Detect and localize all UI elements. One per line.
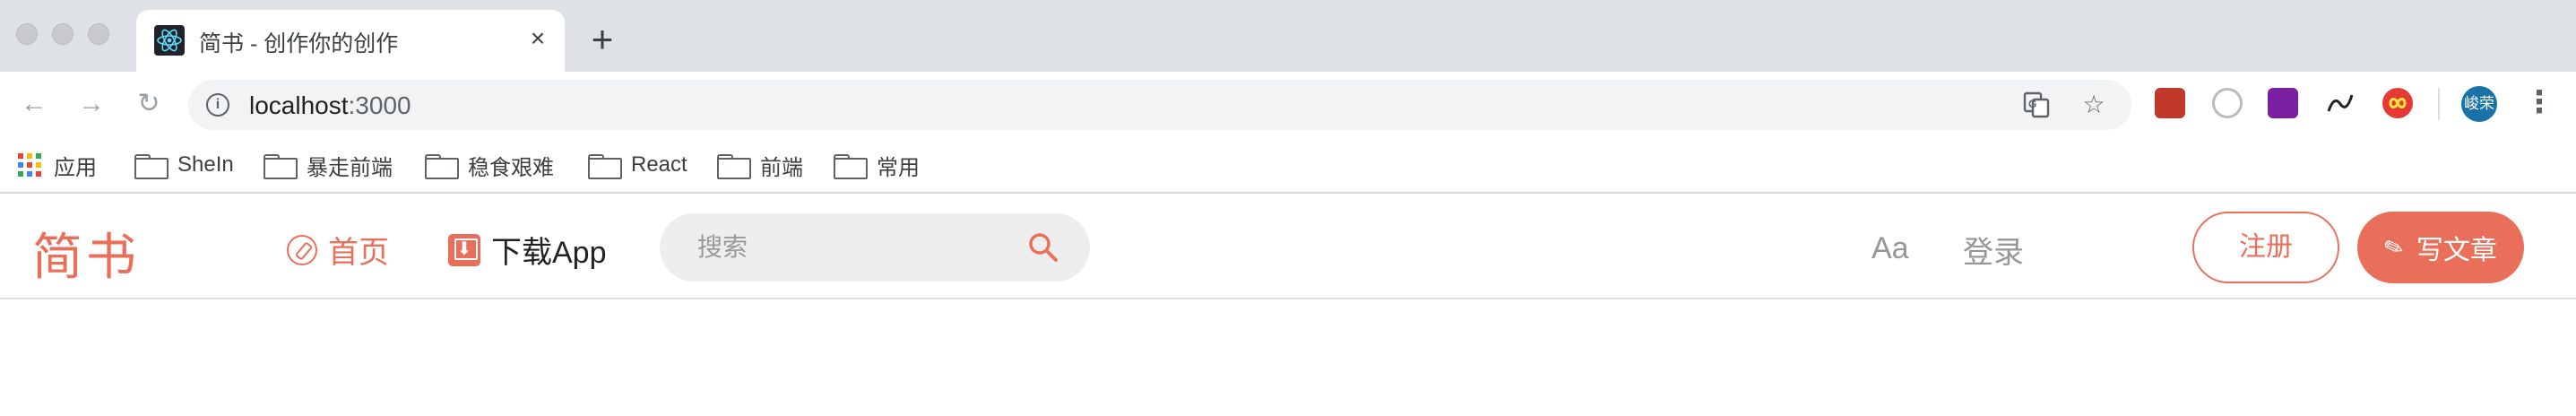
bookmark-apps[interactable]: 应用 xyxy=(18,149,97,181)
register-button[interactable]: 注册 xyxy=(2192,212,2339,283)
bookmark-baozou[interactable]: 暴走前端 xyxy=(264,149,393,181)
bookmark-label: 前端 xyxy=(760,155,803,180)
browser-menu-icon[interactable]: ⋮ xyxy=(2524,86,2554,122)
url-port: :3000 xyxy=(348,91,411,119)
new-tab-button[interactable]: + xyxy=(583,21,622,61)
bookmark-common[interactable]: 常用 xyxy=(834,149,920,181)
bookmark-wenshi[interactable]: 稳食艰难 xyxy=(425,149,554,181)
reload-icon[interactable]: ↻ xyxy=(131,86,167,122)
url-text[interactable]: localhost:3000 xyxy=(249,91,411,120)
write-article-button[interactable]: ✎ 写文章 xyxy=(2357,212,2524,283)
bookmark-label: 稳食艰难 xyxy=(468,155,554,180)
site-header: 简书 首页 下载App Aa 登录 注册 ✎ 写文章 xyxy=(0,195,2576,299)
compass-icon xyxy=(287,234,317,265)
extension-rp-icon[interactable] xyxy=(2268,88,2298,118)
folder-icon xyxy=(834,154,868,179)
bookmark-shein[interactable]: SheIn xyxy=(134,149,234,181)
write-label: 写文章 xyxy=(2416,236,2497,265)
nav-home-label: 首页 xyxy=(328,236,389,270)
site-logo[interactable]: 简书 xyxy=(32,217,140,290)
nav-download-app[interactable]: 下载App xyxy=(448,228,607,272)
browser-tab[interactable]: 简书 - 创作你的创作 × xyxy=(136,10,565,72)
folder-icon xyxy=(264,154,298,179)
bookmark-frontend[interactable]: 前端 xyxy=(717,149,803,181)
bookmark-label: 暴走前端 xyxy=(307,155,393,180)
window-close-button[interactable] xyxy=(16,23,38,45)
bookmark-label: 常用 xyxy=(877,155,920,180)
bookmark-star-icon[interactable]: ☆ xyxy=(2079,91,2108,119)
address-bar[interactable]: i localhost:3000 G ☆ xyxy=(188,80,2131,130)
translate-glyph: G xyxy=(2028,98,2036,110)
nav-home[interactable]: 首页 xyxy=(287,228,389,272)
browser-tabstrip: 简书 - 创作你的创作 × + xyxy=(0,0,2576,72)
font-size-toggle[interactable]: Aa xyxy=(1871,231,1909,266)
extension-infinity-icon[interactable] xyxy=(2382,88,2413,118)
profile-avatar[interactable]: 峻荣 xyxy=(2461,86,2497,122)
search-icon[interactable] xyxy=(1027,231,1059,264)
folder-icon xyxy=(717,154,751,179)
site-info-icon[interactable]: i xyxy=(206,93,229,117)
pen-icon: ✎ xyxy=(2380,230,2408,264)
bookmark-label: SheIn xyxy=(177,152,234,177)
extension-target-icon[interactable] xyxy=(2212,88,2243,118)
toolbar-divider xyxy=(2438,88,2440,120)
forward-arrow-icon[interactable]: → xyxy=(73,86,109,122)
bookmarks-bar: 应用 SheIn 暴走前端 稳食艰难 React 前端 常用 xyxy=(0,136,2576,194)
folder-icon xyxy=(588,154,622,179)
nav-app-label: 下载App xyxy=(491,236,607,270)
back-arrow-icon[interactable]: ← xyxy=(16,86,52,122)
folder-icon xyxy=(425,154,459,179)
window-minimize-button[interactable] xyxy=(52,23,73,45)
download-icon xyxy=(448,233,480,266)
search-input[interactable] xyxy=(697,230,1002,265)
bookmark-label: React xyxy=(631,152,687,177)
react-logo-icon xyxy=(154,25,185,56)
login-link[interactable]: 登录 xyxy=(1963,228,2024,272)
extension-red-icon[interactable] xyxy=(2155,88,2185,118)
tab-close-icon[interactable]: × xyxy=(523,24,552,53)
search-box xyxy=(660,213,1090,282)
url-host: localhost xyxy=(249,91,349,119)
window-zoom-button[interactable] xyxy=(88,23,109,45)
bookmark-label: 应用 xyxy=(54,155,97,180)
folder-icon xyxy=(134,154,169,179)
bookmark-react[interactable]: React xyxy=(588,149,687,181)
translate-icon[interactable]: G xyxy=(2022,91,2051,119)
extension-translate-en-icon[interactable] xyxy=(2325,88,2356,118)
tab-title: 简书 - 创作你的创作 xyxy=(199,31,399,56)
browser-toolbar: ← → ↻ i localhost:3000 G ☆ xyxy=(0,72,2576,136)
apps-grid-icon xyxy=(18,153,41,177)
